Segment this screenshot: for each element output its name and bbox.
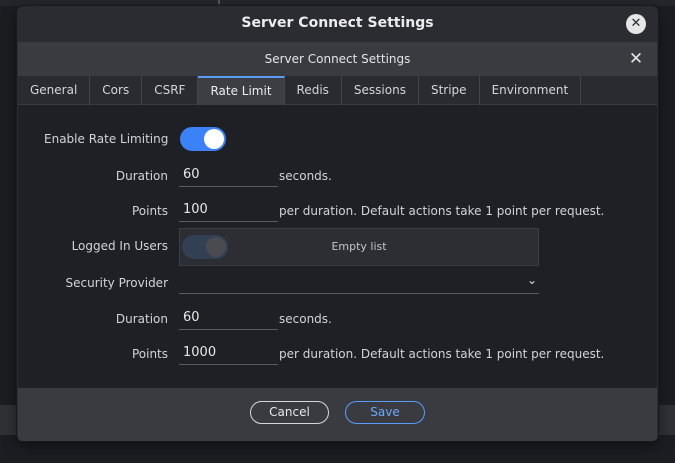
chevron-down-icon: ⌄ bbox=[526, 273, 537, 287]
dialog-title: Server Connect Settings bbox=[264, 52, 411, 66]
rate-limit-form: Enable Rate Limiting Duration seconds. P… bbox=[18, 105, 657, 388]
close-icon: ✕ bbox=[630, 16, 642, 31]
tab-stripe[interactable]: Stripe bbox=[419, 76, 480, 105]
tab-general[interactable]: General bbox=[18, 76, 91, 105]
empty-list-text: Empty list bbox=[331, 240, 387, 253]
tab-sessions[interactable]: Sessions bbox=[342, 76, 419, 105]
points-input[interactable] bbox=[179, 198, 278, 222]
close-icon: ✕ bbox=[628, 49, 644, 69]
dialog-header: Server Connect Settings ✕ bbox=[18, 42, 657, 76]
dialog-footer: Cancel Save bbox=[18, 388, 657, 441]
tab-cors[interactable]: Cors bbox=[90, 76, 143, 105]
background-mark bbox=[218, 0, 220, 4]
window-close-button[interactable]: ✕ bbox=[626, 14, 646, 34]
duration-2-suffix: seconds. bbox=[279, 312, 332, 326]
cancel-button[interactable]: Cancel bbox=[250, 401, 329, 424]
tab-redis[interactable]: Redis bbox=[285, 76, 342, 105]
enable-rate-limiting-toggle[interactable] bbox=[180, 127, 226, 151]
settings-dialog: Server Connect Settings ✕ General Cors C… bbox=[18, 42, 657, 441]
tab-rate-limit[interactable]: Rate Limit bbox=[198, 76, 285, 105]
duration-input[interactable] bbox=[179, 163, 278, 187]
duration-label: Duration bbox=[115, 169, 168, 183]
window: Server Connect Settings ✕ Server Connect… bbox=[17, 6, 658, 441]
logged-in-users-label: Logged In Users bbox=[71, 239, 168, 253]
duration-2-input[interactable] bbox=[179, 306, 278, 330]
points-2-label: Points bbox=[131, 347, 168, 361]
tab-bar: General Cors CSRF Rate Limit Redis Sessi… bbox=[18, 76, 657, 105]
window-title: Server Connect Settings bbox=[241, 15, 434, 31]
points-suffix: per duration. Default actions take 1 poi… bbox=[279, 204, 605, 218]
security-provider-label: Security Provider bbox=[65, 276, 169, 290]
dialog-close-button[interactable]: ✕ bbox=[625, 48, 647, 70]
points-label: Points bbox=[131, 204, 168, 218]
tab-environment[interactable]: Environment bbox=[480, 76, 582, 105]
save-button[interactable]: Save bbox=[345, 401, 425, 424]
tab-csrf[interactable]: CSRF bbox=[142, 76, 199, 105]
logged-in-users-list[interactable]: Empty list bbox=[179, 228, 539, 266]
points-2-suffix: per duration. Default actions take 1 poi… bbox=[279, 347, 605, 361]
security-provider-select[interactable]: ⌄ bbox=[179, 270, 539, 294]
duration-2-label: Duration bbox=[115, 312, 168, 326]
duration-suffix: seconds. bbox=[279, 169, 332, 183]
points-2-input[interactable] bbox=[179, 341, 278, 365]
toggle-knob bbox=[204, 129, 224, 149]
